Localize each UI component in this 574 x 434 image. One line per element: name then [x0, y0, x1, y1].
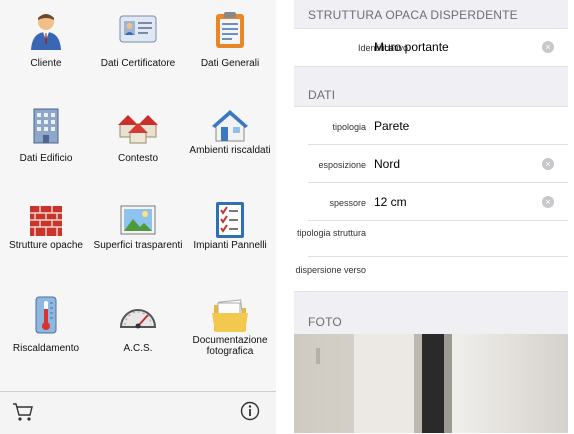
tile-label: A.C.S. [123, 343, 153, 354]
checklist-icon [216, 202, 244, 238]
thermometer-icon [35, 296, 57, 334]
photo-preview[interactable] [294, 334, 568, 433]
screen-divider [276, 0, 294, 433]
field-value[interactable]: 12 cm [374, 195, 407, 209]
clear-icon[interactable]: × [542, 196, 554, 208]
tile-label: Superfici trasparenti [93, 240, 183, 251]
home-grid: Cliente Dati Certificatore Dati Generali… [0, 0, 276, 391]
gauge-icon [119, 309, 157, 329]
tile-label: Strutture opache [9, 240, 83, 251]
row-identificativo[interactable]: Identificativo Muro portante × [294, 29, 568, 66]
tile-label: Dati Generali [200, 58, 260, 69]
tile-contesto[interactable]: Contesto [92, 95, 184, 190]
id-card-icon [119, 15, 157, 43]
tile-documentazione-fotografica[interactable]: Documentazione fotografica [184, 285, 276, 380]
field-label: spessore [329, 198, 366, 208]
house-icon [212, 110, 248, 142]
separator [294, 66, 568, 67]
houses-icon [118, 115, 158, 144]
folder-icon [212, 299, 248, 332]
tile-acs[interactable]: A.C.S. [92, 285, 184, 380]
tile-dati-certificatore[interactable]: Dati Certificatore [92, 0, 184, 95]
info-icon[interactable] [240, 401, 260, 421]
tile-label: Impianti Pannelli [193, 240, 267, 251]
tile-label: Ambienti riscaldati [189, 145, 271, 156]
row-dispersione-verso[interactable]: dispersione verso [294, 257, 568, 291]
row-tipologia[interactable]: tipologia Parete [294, 107, 568, 144]
clear-icon[interactable]: × [542, 41, 554, 53]
photo-image [294, 334, 568, 433]
clear-icon[interactable]: × [542, 158, 554, 170]
field-value[interactable]: Nord [374, 157, 400, 171]
section-header-struttura: STRUTTURA OPACA DISPERDENTE [308, 8, 518, 22]
tile-superfici-trasparenti[interactable]: Superfici trasparenti [92, 190, 184, 285]
tile-label: Contesto [117, 153, 159, 164]
person-icon [31, 14, 61, 50]
tile-impianti-pannelli[interactable]: Impianti Pannelli [184, 190, 276, 285]
tile-riscaldamento[interactable]: Riscaldamento [0, 285, 92, 380]
dati-group: tipologia Parete esposizione Nord × spes… [294, 107, 568, 291]
tile-strutture-opache[interactable]: Strutture opache [0, 190, 92, 285]
tile-cliente[interactable]: Cliente [0, 0, 92, 95]
section-header-foto: FOTO [308, 315, 342, 329]
field-value[interactable]: Muro portante [374, 40, 449, 54]
field-value[interactable]: Parete [374, 119, 409, 133]
section-header-dati: DATI [308, 88, 336, 102]
tile-label: Dati Certificatore [100, 58, 176, 69]
cart-icon[interactable] [12, 402, 34, 422]
clipboard-icon [216, 12, 244, 48]
field-label: dispersione verso [295, 265, 366, 275]
field-label: tipologia struttura [296, 228, 366, 238]
row-esposizione[interactable]: esposizione Nord × [294, 145, 568, 182]
row-spessore[interactable]: spessore 12 cm × [294, 183, 568, 220]
detail-screen: STRUTTURA OPACA DISPERDENTE Identificati… [294, 0, 568, 433]
field-label: esposizione [318, 160, 366, 170]
brick-wall-icon [30, 206, 62, 236]
tile-dati-generali[interactable]: Dati Generali [184, 0, 276, 95]
tile-label: Dati Edificio [19, 153, 73, 164]
separator [294, 291, 568, 292]
row-tipologia-struttura[interactable]: tipologia struttura [294, 221, 568, 256]
tile-dati-edificio[interactable]: Dati Edificio [0, 95, 92, 190]
bottom-toolbar [0, 391, 276, 434]
tile-label: Cliente [30, 58, 62, 69]
tile-label: Riscaldamento [12, 343, 80, 354]
picture-icon [120, 205, 156, 235]
home-screen: Cliente Dati Certificatore Dati Generali… [0, 0, 276, 434]
tile-ambienti-riscaldati[interactable]: Ambienti riscaldati [184, 95, 276, 190]
field-label: tipologia [332, 122, 366, 132]
building-icon [33, 108, 59, 144]
tile-label: Documentazione fotografica [192, 335, 268, 357]
